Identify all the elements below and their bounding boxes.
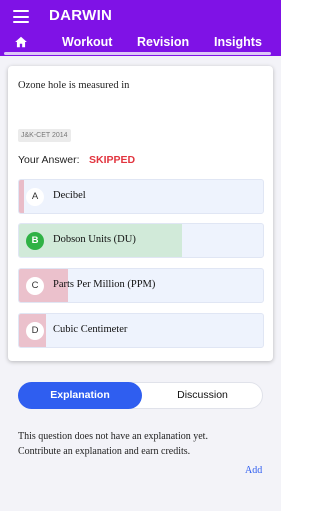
option-a-letter: A — [26, 188, 44, 206]
your-answer-label: Your Answer: — [18, 154, 80, 166]
option-a-label: Decibel — [53, 190, 86, 201]
menu-icon[interactable] — [13, 10, 29, 23]
option-c[interactable]: C Parts Per Million (PPM) — [18, 268, 264, 303]
explanation-text: This question does not have an explanati… — [18, 429, 258, 459]
option-b-letter: B — [26, 232, 44, 250]
explanation-line-2: Contribute an explanation and earn credi… — [18, 446, 191, 457]
option-b[interactable]: B Dobson Units (DU) — [18, 223, 264, 258]
option-b-label: Dobson Units (DU) — [53, 234, 136, 245]
your-answer-status: SKIPPED — [89, 154, 136, 166]
question-text: Ozone hole is measured in — [18, 80, 130, 91]
tab-workout[interactable]: Workout — [62, 35, 112, 49]
option-a-response-bar — [19, 180, 24, 213]
app-bar: DARWIN Workout Revision Insights — [0, 0, 281, 56]
option-c-label: Parts Per Million (PPM) — [53, 279, 156, 290]
explanation-line-1: This question does not have an explanati… — [18, 431, 208, 442]
tab-insights[interactable]: Insights — [214, 35, 262, 49]
tab-revision[interactable]: Revision — [137, 35, 189, 49]
discussion-tab[interactable]: Discussion — [142, 382, 263, 409]
option-d-letter: D — [26, 322, 44, 340]
option-c-letter: C — [26, 277, 44, 295]
tab-indicator — [4, 52, 271, 55]
option-d[interactable]: D Cubic Centimeter — [18, 313, 264, 348]
add-explanation-link[interactable]: Add — [245, 465, 262, 476]
option-d-label: Cubic Centimeter — [53, 324, 128, 335]
option-a[interactable]: A Decibel — [18, 179, 264, 214]
exam-tag: J&K-CET 2014 — [18, 129, 71, 142]
app-title: DARWIN — [49, 7, 113, 24]
explanation-tab[interactable]: Explanation — [18, 382, 142, 409]
home-icon[interactable] — [14, 35, 28, 49]
